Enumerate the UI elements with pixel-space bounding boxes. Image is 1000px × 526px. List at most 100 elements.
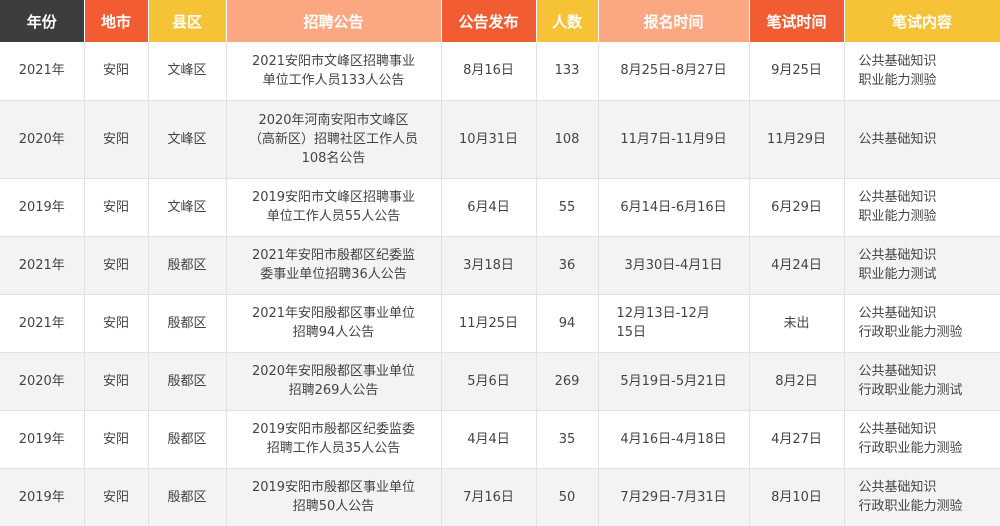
cell-year: 2019年 (0, 410, 85, 469)
table-row: 2021年 安阳 殷都区 2021年安阳殷都区事业单位 招聘94人公告 11月25日 94 1… (0, 294, 1000, 353)
cell-district: 殷都区 (148, 352, 227, 411)
cell-city: 安阳 (84, 100, 149, 179)
cell-district: 文峰区 (148, 100, 227, 179)
cell-district: 殷都区 (148, 468, 227, 526)
cell-announcement: 2021年安阳殷都区事业单位 招聘94人公告 (226, 294, 442, 353)
cell-registration-period: 11月7日-11月9日 (598, 100, 750, 179)
cell-exam-content-line: 职业能力测验 (858, 72, 937, 88)
cell-count: 108 (536, 100, 599, 179)
cell-publish-date: 8月16日 (441, 42, 537, 101)
cell-announcement: 2020年河南安阳市文峰区 （高新区）招聘社区工作人员 108名公告 (226, 100, 442, 179)
column-header-exam-date: 笔试时间 (749, 0, 845, 42)
cell-year: 2021年 (0, 42, 85, 101)
cell-publish-date: 10月31日 (441, 100, 537, 179)
cell-city: 安阳 (84, 352, 149, 411)
cell-exam-content-line: 公共基础知识 (858, 422, 937, 437)
cell-registration-period: 12月13日-12月 15日 (598, 294, 750, 353)
cell-city: 安阳 (84, 410, 149, 469)
cell-announcement: 2019安阳市殷都区纪委监委 招聘工作人员35人公告 (226, 410, 442, 469)
column-header-registration-period: 报名时间 (598, 0, 750, 42)
cell-publish-date: 3月18日 (441, 236, 537, 295)
cell-exam-content-line: 行政职业能力测验 (858, 441, 963, 456)
cell-announcement-line: 委事业单位招聘36人公告 (260, 267, 407, 282)
cell-exam-date: 8月10日 (749, 468, 845, 526)
cell-registration-period: 5月19日-5月21日 (598, 352, 750, 411)
cell-registration-period-line: 3月30日-4月1日 (624, 257, 723, 273)
cell-publish-date: 5月6日 (441, 352, 537, 411)
cell-registration-period: 8月25日-8月27日 (598, 42, 750, 101)
cell-year: 2019年 (0, 178, 85, 237)
cell-registration-period-line: 8月25日-8月27日 (620, 63, 727, 79)
cell-announcement-line: 2019安阳市殷都区事业单位 (251, 480, 416, 496)
cell-registration-period-line: 7月29日-7月31日 (620, 489, 727, 505)
cell-exam-content-line: 行政职业能力测验 (858, 499, 963, 515)
cell-count: 269 (536, 352, 599, 411)
cell-exam-content-line: 公共基础知识 (858, 306, 937, 321)
table-row: 2020年 安阳 殷都区 2020年安阳殷都区事业单位 招聘269人公告 5月6日 269 5… (0, 352, 1000, 411)
cell-announcement-line: 2019安阳市殷都区纪委监委 (251, 422, 416, 437)
cell-exam-content-line: 公共基础知识 (858, 53, 937, 69)
cell-publish-date: 11月25日 (441, 294, 537, 353)
cell-city: 安阳 (84, 294, 149, 353)
cell-announcement-line: 招聘94人公告 (292, 325, 375, 340)
cell-exam-content-line: 公共基础知识 (858, 248, 937, 263)
cell-year: 2021年 (0, 294, 85, 353)
cell-announcement-line: 2020年河南安阳市文峰区 (258, 112, 409, 128)
cell-exam-content-line: 职业能力测试 (858, 267, 937, 282)
cell-exam-date: 6月29日 (749, 178, 845, 237)
cell-announcement-line: 2019安阳市文峰区招聘事业 (251, 190, 416, 205)
column-header-exam-content: 笔试内容 (844, 0, 1000, 42)
cell-exam-content: 公共基础知识 职业能力测试 (844, 236, 1000, 295)
cell-exam-content-line: 行政职业能力测试 (858, 383, 963, 398)
cell-district: 文峰区 (148, 42, 227, 101)
cell-announcement-line: 2021年安阳市殷都区纪委监 (251, 248, 416, 263)
cell-announcement-line: （高新区）招聘社区工作人员 (248, 131, 418, 147)
column-header-publish-date: 公告发布 (441, 0, 537, 42)
cell-announcement-line: 单位工作人员133人公告 (262, 72, 405, 88)
column-header-city: 地市 (84, 0, 149, 42)
column-header-count: 人数 (536, 0, 599, 42)
table-row: 2021年 安阳 文峰区 2021安阳市文峰区招聘事业 单位工作人员133人公告 8月16… (0, 42, 1000, 101)
cell-registration-period-line: 4月16日-4月18日 (620, 431, 727, 447)
table-row: 2019年 安阳 文峰区 2019安阳市文峰区招聘事业 单位工作人员55人公告 6月4日 5… (0, 178, 1000, 237)
cell-exam-content-line: 公共基础知识 (858, 190, 937, 205)
cell-announcement-line: 单位工作人员55人公告 (266, 209, 401, 224)
cell-announcement: 2021年安阳市殷都区纪委监 委事业单位招聘36人公告 (226, 236, 442, 295)
cell-exam-content-line: 行政职业能力测验 (858, 325, 963, 340)
cell-announcement-line: 招聘50人公告 (292, 499, 375, 515)
table-header: 年份 地市 县区 招聘公告 公告发布 人数 报名时间 笔试时间 笔试内容 (0, 0, 1000, 42)
cell-exam-date: 4月27日 (749, 410, 845, 469)
cell-city: 安阳 (84, 178, 149, 237)
cell-district: 殷都区 (148, 236, 227, 295)
cell-count: 94 (536, 294, 599, 353)
table-row: 2021年 安阳 殷都区 2021年安阳市殷都区纪委监 委事业单位招聘36人公告 3月18… (0, 236, 1000, 295)
cell-exam-date: 4月24日 (749, 236, 845, 295)
cell-exam-date: 未出 (749, 294, 845, 353)
cell-exam-content: 公共基础知识行政职业能力测试 (844, 352, 1000, 411)
cell-exam-date: 8月2日 (749, 352, 845, 411)
cell-city: 安阳 (84, 42, 149, 101)
cell-announcement-line: 2020年安阳殷都区事业单位 (251, 364, 416, 379)
cell-registration-period: 6月14日-6月16日 (598, 178, 750, 237)
cell-announcement-line: 2021年安阳殷都区事业单位 (251, 306, 416, 321)
cell-exam-content: 公共基础知识 (844, 100, 1000, 179)
cell-exam-content: 公共基础知识 行政职业能力测验 (844, 468, 1000, 526)
cell-exam-content-line: 公共基础知识 (858, 131, 937, 147)
cell-city: 安阳 (84, 468, 149, 526)
cell-district: 殷都区 (148, 410, 227, 469)
cell-count: 36 (536, 236, 599, 295)
cell-exam-content: 公共基础知识行政职业能力测验 (844, 410, 1000, 469)
cell-registration-period-line: 15日 (616, 325, 647, 340)
cell-publish-date: 7月16日 (441, 468, 537, 526)
cell-announcement: 2019安阳市文峰区招聘事业 单位工作人员55人公告 (226, 178, 442, 237)
cell-registration-period: 7月29日-7月31日 (598, 468, 750, 526)
recruitment-table: 年份 地市 县区 招聘公告 公告发布 人数 报名时间 笔试时间 笔试内容 2021年 安阳 文峰区 2… (0, 0, 1000, 526)
cell-year: 2020年 (0, 100, 85, 179)
cell-registration-period-line: 12月13日-12月 (616, 306, 710, 321)
cell-registration-period: 3月30日-4月1日 (598, 236, 750, 295)
table-row: 2019年 安阳 殷都区 2019安阳市殷都区事业单位 招聘50人公告 7月16日 50 7月… (0, 468, 1000, 526)
cell-announcement: 2020年安阳殷都区事业单位 招聘269人公告 (226, 352, 442, 411)
cell-exam-date: 11月29日 (749, 100, 845, 179)
cell-exam-content-line: 公共基础知识 (858, 364, 937, 379)
cell-exam-date: 9月25日 (749, 42, 845, 101)
